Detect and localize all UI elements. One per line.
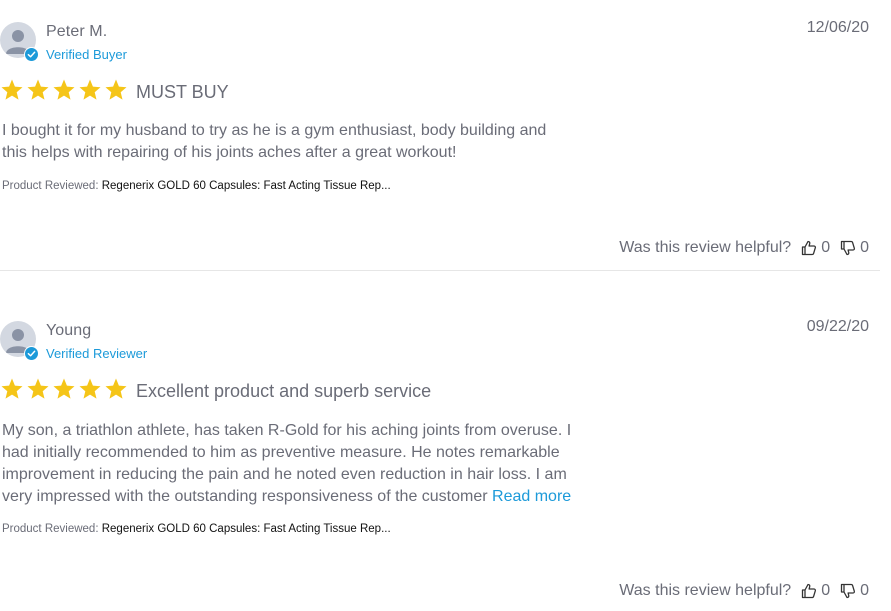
product-reviewed: Product Reviewed: Regenerix GOLD 60 Caps…: [2, 523, 391, 535]
review-text: My son, a triathlon athlete, has taken R…: [2, 422, 572, 505]
star-icon: [79, 378, 101, 399]
helpful-votes: Was this review helpful? 0 0: [619, 582, 869, 600]
vote-down-count: 0: [860, 582, 869, 599]
vote-up-count: 0: [821, 582, 831, 599]
star-icon: [53, 79, 75, 100]
review-title: Excellent product and superb service: [136, 381, 432, 401]
thumbs-up-icon: [802, 583, 817, 599]
reviewer-name: Young: [46, 322, 92, 339]
reviewer-name: Peter M.: [46, 23, 108, 40]
read-more-link[interactable]: Read more: [492, 488, 571, 505]
star-icon: [27, 378, 49, 399]
vote-up-button[interactable]: 0: [801, 582, 830, 600]
vote-up-button[interactable]: 0: [801, 239, 830, 257]
helpful-prompt: Was this review helpful?: [619, 239, 792, 256]
star-icon: [53, 378, 75, 399]
product-reviewed: Product Reviewed: Regenerix GOLD 60 Caps…: [2, 180, 391, 192]
thumbs-up-icon: [802, 240, 817, 256]
review-content: I bought it for my husband to try as he …: [2, 120, 567, 164]
review-date: 09/22/20: [806, 318, 869, 335]
review-title: MUST BUY: [136, 82, 229, 102]
product-reviewed-name[interactable]: Regenerix GOLD 60 Capsules: Fast Acting …: [102, 180, 391, 192]
review-content: My son, a triathlon athlete, has taken R…: [2, 420, 590, 508]
star-rating: [0, 78, 128, 102]
star-icon: [1, 79, 23, 100]
product-reviewed-label: Product Reviewed:: [2, 523, 99, 535]
vote-up-count: 0: [821, 239, 831, 256]
star-icon: [105, 79, 127, 100]
review-date: 12/06/20: [806, 19, 869, 36]
helpful-prompt: Was this review helpful?: [619, 582, 792, 599]
vote-down-button[interactable]: 0: [840, 582, 869, 600]
review-text: I bought it for my husband to try as he …: [2, 122, 547, 161]
vote-down-count: 0: [860, 239, 869, 256]
star-rating: [0, 377, 128, 401]
star-icon: [105, 378, 127, 399]
star-icon: [1, 378, 23, 399]
vote-down-button[interactable]: 0: [840, 239, 869, 257]
thumbs-down-icon: [840, 583, 856, 599]
verified-check-icon: [24, 47, 39, 62]
verified-check-icon: [24, 346, 39, 361]
star-icon: [27, 79, 49, 100]
review-card: Peter M. Verified Buyer 12/06/20 MUST BU…: [0, 0, 891, 270]
helpful-votes: Was this review helpful? 0 0: [619, 239, 869, 257]
product-reviewed-name[interactable]: Regenerix GOLD 60 Capsules: Fast Acting …: [102, 523, 391, 535]
verified-reviewer-label: Verified Reviewer: [46, 346, 148, 361]
star-icon: [79, 79, 101, 100]
verified-buyer-label: Verified Buyer: [46, 47, 127, 62]
product-reviewed-label: Product Reviewed:: [2, 180, 99, 192]
thumbs-down-icon: [840, 240, 856, 256]
review-card: Young Verified Reviewer 09/22/20 Excelle…: [0, 271, 891, 611]
